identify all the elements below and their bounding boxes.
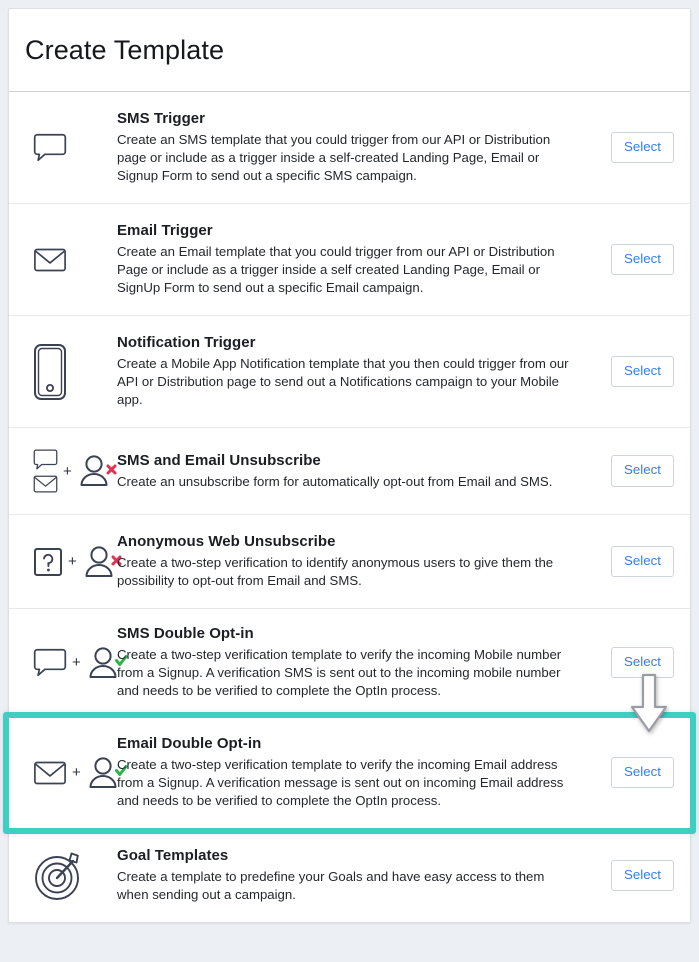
template-action: Select	[582, 355, 674, 388]
template-title: SMS and Email Unsubscribe	[117, 451, 321, 469]
icon-group	[33, 343, 67, 401]
template-action: Select	[582, 859, 674, 892]
speech-bubble-icon	[33, 647, 67, 678]
template-info: Email Trigger Create an Email template th…	[111, 222, 582, 297]
icon-group: +	[33, 544, 122, 580]
mobile-phone-icon	[33, 343, 67, 401]
template-row: SMS Trigger Create an SMS template that y…	[9, 92, 690, 204]
icon-group	[33, 132, 67, 163]
template-icon	[23, 343, 111, 401]
select-button[interactable]: Select	[611, 859, 674, 892]
template-info: Anonymous Web Unsubscribe Create a two-st…	[111, 533, 582, 590]
speech-bubble-icon	[33, 448, 58, 471]
template-description: Create a two-step verification template …	[117, 757, 564, 808]
plus-sign-icon: +	[72, 764, 81, 781]
template-info: Goal Templates Create a template to prede…	[111, 847, 582, 904]
plus-sign-icon: +	[72, 654, 81, 671]
template-icon: +	[23, 448, 117, 494]
screen: Create Template SMS Trigger Create an SMS…	[0, 0, 699, 962]
speech-bubble-icon	[33, 132, 67, 163]
page-title: Create Template	[25, 34, 225, 65]
template-icon: +	[23, 544, 122, 580]
envelope-icon	[33, 247, 67, 273]
create-template-card: Create Template SMS Trigger Create an SMS…	[8, 8, 691, 923]
template-description: Create a two-step verification template …	[117, 647, 562, 698]
select-button[interactable]: Select	[611, 131, 674, 164]
template-action: Select	[582, 243, 674, 276]
template-row: + SMS and Email Unsubscribe Create an unsu…	[9, 428, 690, 515]
template-info: SMS Double Opt-in Create a two-step verif…	[111, 625, 582, 700]
template-icon: +	[23, 755, 128, 791]
envelope-icon	[33, 474, 58, 494]
icon-group	[33, 247, 67, 273]
template-list: SMS Trigger Create an SMS template that y…	[9, 92, 690, 922]
template-info: Notification Trigger Create a Mobile App …	[111, 334, 582, 409]
template-icon	[23, 850, 111, 902]
card-header: Create Template	[9, 9, 690, 92]
template-title: Goal Templates	[117, 847, 229, 864]
select-button[interactable]: Select	[611, 455, 674, 487]
template-action: Select	[582, 545, 674, 578]
template-info: SMS Trigger Create an SMS template that y…	[111, 110, 582, 185]
template-row: + SMS Double Opt-in Create a two-step veri…	[9, 609, 690, 717]
template-icon: +	[23, 645, 128, 681]
question-box-icon	[33, 547, 63, 577]
icon-group: +	[33, 448, 117, 494]
template-title: SMS Trigger	[117, 110, 206, 127]
template-title: Email Double Opt-in	[117, 735, 262, 752]
template-description: Create a two-step verification to identi…	[117, 555, 554, 588]
select-button[interactable]: Select	[611, 756, 674, 789]
template-info: SMS and Email Unsubscribe Create an unsub…	[111, 452, 582, 491]
envelope-icon	[33, 760, 67, 786]
select-button[interactable]: Select	[611, 355, 674, 388]
plus-sign-icon: +	[63, 462, 72, 480]
template-description: Create an unsubscribe form for automatic…	[117, 473, 553, 489]
plus-sign-icon: +	[68, 553, 77, 570]
template-row: + Email Double Opt-in Create a two-step ve…	[9, 717, 690, 829]
target-dart-icon	[33, 850, 85, 902]
template-row: + Anonymous Web Unsubscribe Create a two-s…	[9, 515, 690, 609]
template-title: Email Trigger	[117, 222, 213, 239]
template-icon	[23, 132, 111, 163]
template-title: SMS Double Opt-in	[117, 625, 254, 642]
template-title: Anonymous Web Unsubscribe	[117, 533, 336, 550]
template-action: Select	[582, 131, 674, 164]
template-row: Email Trigger Create an Email template th…	[9, 204, 690, 316]
template-row: Goal Templates Create a template to prede…	[9, 829, 690, 922]
icon-group	[33, 850, 85, 902]
template-info: Email Double Opt-in Create a two-step ver…	[111, 735, 582, 810]
down-arrow-cursor	[625, 673, 673, 735]
select-button[interactable]: Select	[611, 243, 674, 276]
template-action: Select	[582, 455, 674, 487]
icon-stack	[33, 448, 58, 494]
template-description: Create an SMS template that you could tr…	[117, 132, 551, 183]
template-action: Select	[582, 756, 674, 789]
template-title: Notification Trigger	[117, 334, 256, 351]
template-row: Notification Trigger Create a Mobile App …	[9, 316, 690, 428]
template-description: Create a template to predefine your Goal…	[117, 869, 545, 902]
select-button[interactable]: Select	[611, 545, 674, 578]
template-description: Create an Email template that you could …	[117, 244, 555, 295]
template-icon	[23, 247, 111, 273]
template-description: Create a Mobile App Notification templat…	[117, 356, 569, 407]
